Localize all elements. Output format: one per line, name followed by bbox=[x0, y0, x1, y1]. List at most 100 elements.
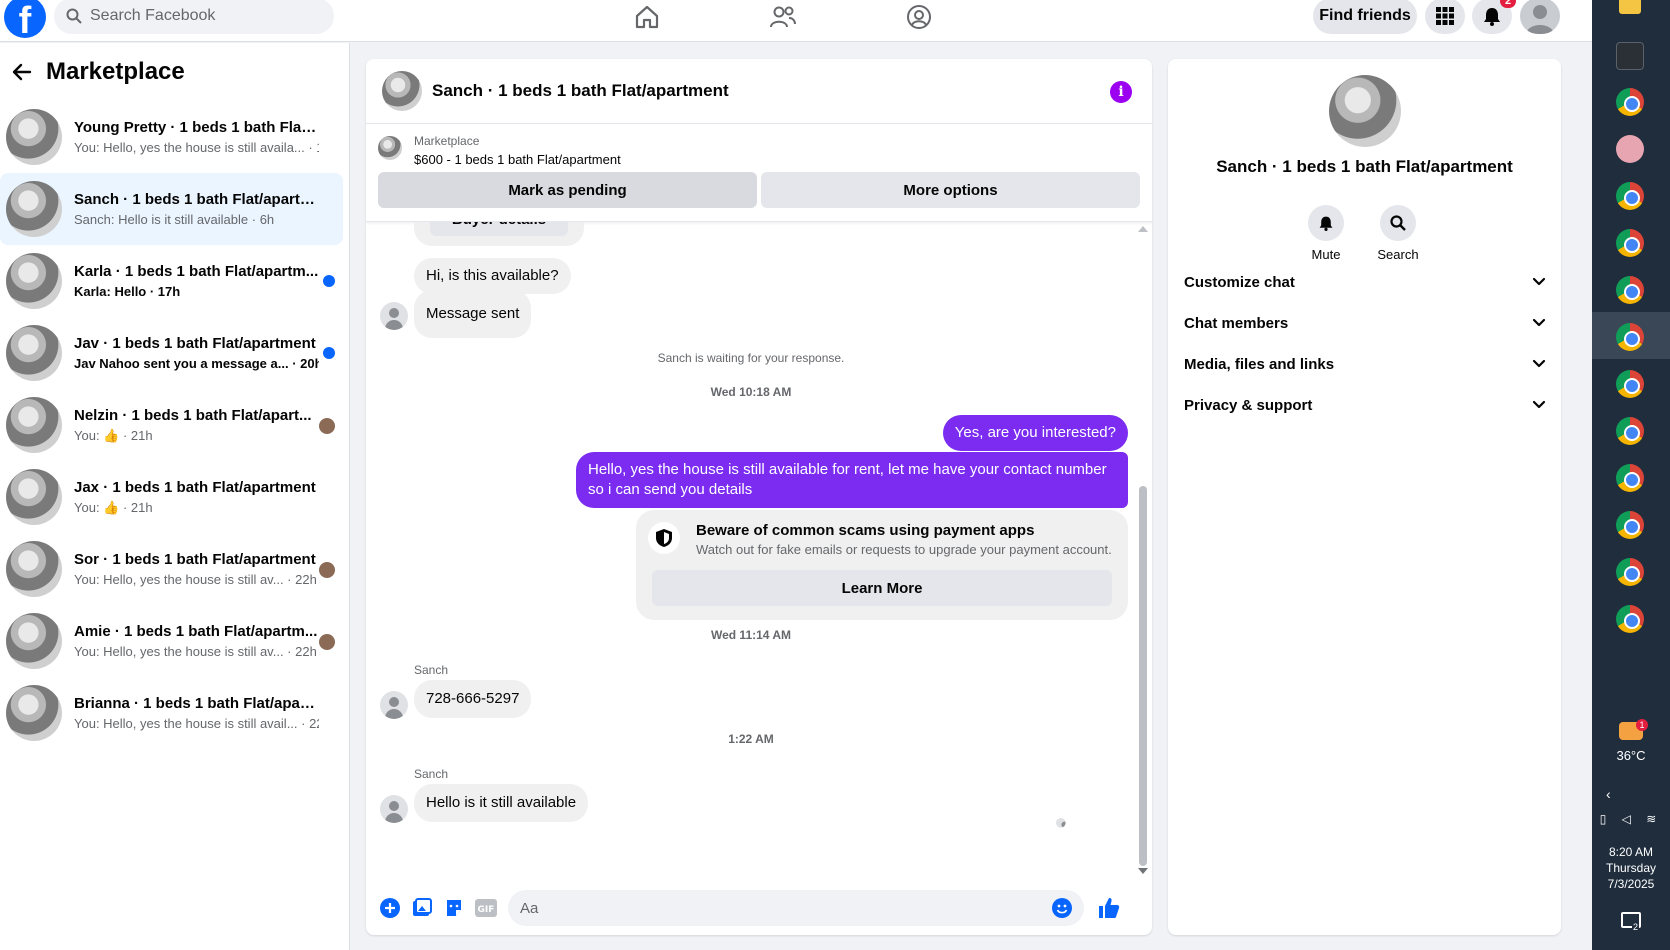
unread-dot bbox=[323, 275, 335, 287]
chrome-icon[interactable] bbox=[1616, 88, 1644, 116]
search-chat-button[interactable]: Search bbox=[1368, 205, 1428, 262]
emoji-icon[interactable] bbox=[1052, 898, 1072, 918]
back-arrow-icon[interactable] bbox=[12, 62, 32, 82]
chrome-icon[interactable] bbox=[1616, 511, 1644, 539]
details-section-item[interactable]: Customize chat bbox=[1184, 262, 1546, 302]
conversation-item[interactable]: Brianna · 1 beds 1 bath Flat/apartm... Yo… bbox=[0, 677, 343, 749]
plus-icon[interactable] bbox=[379, 897, 401, 919]
conversation-item[interactable]: Jax · 1 beds 1 bath Flat/apartment You: 👍… bbox=[0, 461, 343, 533]
chrome-icon[interactable] bbox=[1616, 558, 1644, 586]
conversation-title: Sanch · 1 beds 1 bath Flat/apartment bbox=[74, 191, 319, 208]
chrome-icon[interactable] bbox=[1616, 464, 1644, 492]
conversation-title: Sor · 1 beds 1 bath Flat/apartment bbox=[74, 551, 316, 568]
app-icon[interactable] bbox=[1616, 135, 1644, 163]
conversation-text: Young Pretty · 1 beds 1 bath Flat/a... Yo… bbox=[74, 119, 319, 155]
scroll-down-arrow[interactable] bbox=[1138, 868, 1148, 874]
conversation-text: Sor · 1 beds 1 bath Flat/apartment You: H… bbox=[74, 551, 319, 587]
details-thumbnail[interactable] bbox=[1329, 75, 1401, 147]
friends-icon[interactable] bbox=[766, 2, 800, 32]
conversation-title: Nelzin · 1 beds 1 bath Flat/apart... bbox=[74, 406, 312, 424]
conversation-title: Amie · 1 beds 1 bath Flat/apartm... bbox=[74, 623, 318, 640]
message-input[interactable] bbox=[520, 899, 1020, 917]
conversation-text: Brianna · 1 beds 1 bath Flat/apartm... Yo… bbox=[74, 695, 319, 731]
message-bubble: Hello, yes the house is still available … bbox=[576, 452, 1128, 508]
details-section-item[interactable]: Chat members bbox=[1184, 303, 1546, 343]
chevron-down-icon bbox=[1532, 277, 1546, 286]
details-title: Sanch · 1 beds 1 bath Flat/apartment bbox=[1216, 157, 1513, 176]
chat-title[interactable]: Sanch · 1 beds 1 bath Flat/apartment bbox=[432, 81, 729, 101]
message-bubble: 728-666-5297 bbox=[414, 680, 532, 718]
conversation-item[interactable]: Jav · 1 beds 1 bath Flat/apartment Jav Na… bbox=[0, 317, 343, 389]
conversation-item[interactable]: Amie · 1 beds 1 bath Flat/apartm... You: … bbox=[0, 605, 343, 677]
listing-thumbnail[interactable] bbox=[378, 136, 402, 160]
home-icon[interactable] bbox=[630, 2, 664, 32]
conversation-item[interactable]: Karla · 1 beds 1 bath Flat/apartm... Karl… bbox=[0, 245, 343, 317]
find-friends-button[interactable]: Find friends bbox=[1313, 0, 1417, 34]
seen-avatar bbox=[319, 418, 335, 434]
conversation-item[interactable]: Sanch · 1 beds 1 bath Flat/apartment Sanc… bbox=[0, 173, 343, 245]
chevron-down-icon bbox=[1532, 359, 1546, 368]
chrome-icon[interactable] bbox=[1616, 605, 1644, 633]
notifications-button[interactable]: 2 bbox=[1472, 0, 1516, 34]
conversation-preview: You: Hello, yes the house is still av...… bbox=[74, 572, 317, 587]
info-icon[interactable]: i bbox=[1110, 81, 1132, 103]
scroll-up-arrow[interactable] bbox=[1138, 226, 1148, 232]
app-icon[interactable] bbox=[1616, 42, 1644, 70]
conversation-item[interactable]: Sor · 1 beds 1 bath Flat/apartment You: H… bbox=[0, 533, 343, 605]
conversation-text: Amie · 1 beds 1 bath Flat/apartm... You: … bbox=[74, 623, 319, 659]
os-taskbar: 1 36°C ‹ ▯ ◁ ≋ 8:20 AM Thursday 7/3/2025… bbox=[1592, 0, 1670, 950]
listing-thumbnail bbox=[6, 109, 62, 165]
conversation-title: Karla · 1 beds 1 bath Flat/apartm... bbox=[74, 263, 319, 280]
gif-icon[interactable]: GIF bbox=[475, 897, 497, 919]
conversation-item[interactable]: Young Pretty · 1 beds 1 bath Flat/a... Yo… bbox=[0, 101, 343, 173]
conversation-preview: You: 👍 · 21h bbox=[74, 427, 153, 443]
chrome-icon[interactable] bbox=[1616, 370, 1644, 398]
details-section-item[interactable]: Privacy & support bbox=[1184, 385, 1546, 425]
chrome-icon[interactable] bbox=[1616, 182, 1644, 210]
sticker-icon[interactable] bbox=[443, 897, 465, 919]
profile-avatar[interactable] bbox=[1520, 0, 1560, 34]
message-scrollbar[interactable] bbox=[1138, 222, 1148, 882]
learn-more-button[interactable]: Learn More bbox=[652, 570, 1112, 606]
message-card: Buyer details bbox=[414, 222, 584, 246]
top-bar: f Find friends 2 bbox=[0, 0, 1592, 42]
search-input[interactable] bbox=[90, 7, 310, 25]
chrome-icon[interactable] bbox=[1616, 229, 1644, 257]
menu-grid-icon[interactable] bbox=[1425, 0, 1465, 34]
message-input-box[interactable] bbox=[508, 890, 1084, 926]
message-bubble: Hi, is this available? bbox=[414, 258, 571, 294]
timestamp: 1:22 AM bbox=[728, 732, 774, 746]
scroll-thumb[interactable] bbox=[1139, 486, 1147, 866]
mute-button[interactable]: Mute bbox=[1296, 205, 1356, 262]
conversation-list: Young Pretty · 1 beds 1 bath Flat/a... Yo… bbox=[0, 101, 349, 749]
mark-as-pending-button[interactable]: Mark as pending bbox=[378, 172, 757, 208]
groups-icon[interactable] bbox=[902, 2, 936, 32]
message-bubble: Hello is it still available bbox=[414, 784, 589, 822]
listing-thumbnail bbox=[6, 325, 62, 381]
thumbs-up-icon[interactable] bbox=[1098, 897, 1120, 919]
system-tray-icons[interactable]: ▯ ◁ ≋ bbox=[1592, 812, 1670, 826]
search-label: Search bbox=[1377, 247, 1419, 262]
conversation-text: Karla · 1 beds 1 bath Flat/apartm... Karl… bbox=[74, 263, 319, 299]
listing-thumbnail bbox=[6, 469, 62, 525]
conversation-title: Brianna · 1 beds 1 bath Flat/apartm... bbox=[74, 695, 319, 712]
notification-badge: 2 bbox=[1500, 0, 1516, 8]
chrome-icon[interactable] bbox=[1616, 417, 1644, 445]
clock-time[interactable]: 8:20 AM bbox=[1592, 845, 1670, 859]
chat-thumbnail[interactable] bbox=[382, 71, 422, 111]
facebook-logo[interactable]: f bbox=[4, 0, 46, 38]
conversation-preview: You: Hello, yes the house is still avail… bbox=[74, 716, 319, 731]
chevron-left-icon[interactable]: ‹ bbox=[1592, 786, 1670, 802]
listing-price[interactable]: $600 - 1 beds 1 bath Flat/apartment bbox=[414, 152, 621, 167]
chat-panel: Sanch · 1 beds 1 bath Flat/apartment i M… bbox=[366, 59, 1152, 935]
chrome-icon[interactable] bbox=[1616, 276, 1644, 304]
search-box[interactable] bbox=[54, 0, 334, 34]
details-section-item[interactable]: Media, files and links bbox=[1184, 344, 1546, 384]
chrome-icon[interactable] bbox=[1616, 323, 1644, 351]
more-options-button[interactable]: More options bbox=[761, 172, 1140, 208]
seen-avatar bbox=[319, 634, 335, 650]
buyer-details-button[interactable]: Buyer details bbox=[430, 222, 568, 236]
conversation-item[interactable]: Nelzin · 1 beds 1 bath Flat/apart... You:… bbox=[0, 389, 343, 461]
file-explorer-icon[interactable] bbox=[1619, 0, 1641, 14]
photo-icon[interactable] bbox=[411, 897, 433, 919]
